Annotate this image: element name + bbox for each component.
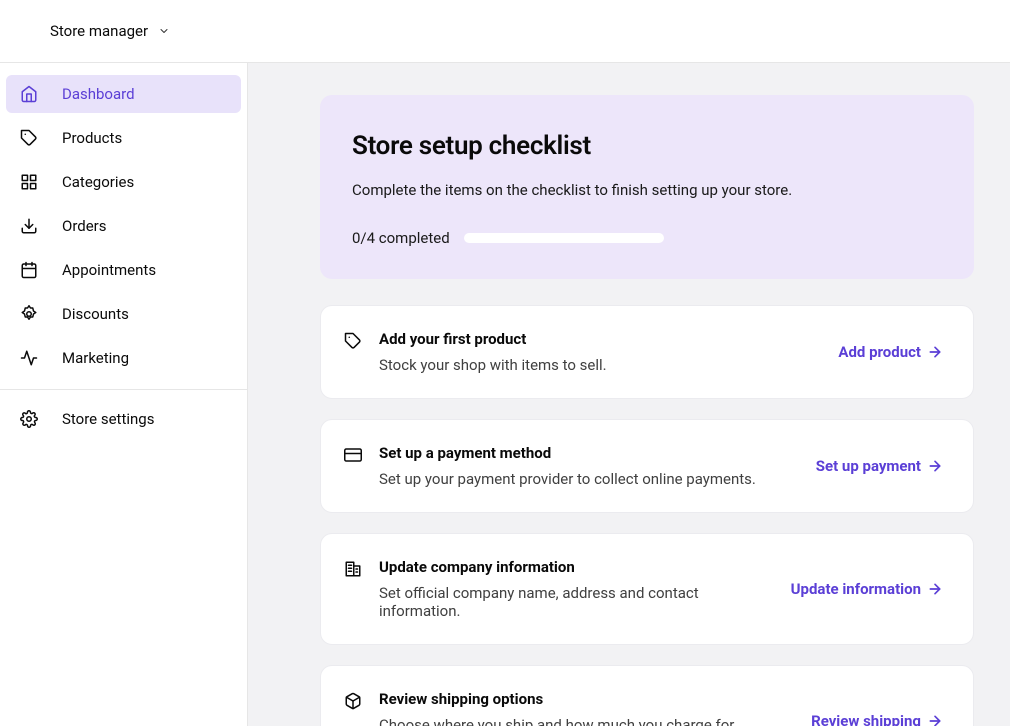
checklist-card-payment: Set up a payment method Set up your paym… <box>320 419 974 513</box>
badge-icon <box>20 305 38 323</box>
calendar-icon <box>20 261 38 279</box>
arrow-right-icon <box>927 458 943 474</box>
card-desc: Set official company name, address and c… <box>379 584 775 620</box>
progress-row: 0/4 completed <box>352 229 942 247</box>
header-title: Store manager <box>50 22 148 40</box>
setup-payment-link[interactable]: Set up payment <box>816 457 943 475</box>
card-action-label: Set up payment <box>816 457 921 475</box>
checklist-card-product: Add your first product Stock your shop w… <box>320 305 974 399</box>
home-icon <box>20 85 38 103</box>
setup-hero: Store setup checklist Complete the items… <box>320 95 974 279</box>
sidebar-item-marketing[interactable]: Marketing <box>6 339 241 377</box>
package-icon <box>343 691 363 711</box>
progress-bar <box>464 233 664 243</box>
card-title: Update company information <box>379 558 775 576</box>
card-title: Add your first product <box>379 330 822 348</box>
sidebar-item-store-settings[interactable]: Store settings <box>6 400 241 438</box>
update-information-link[interactable]: Update information <box>791 580 943 598</box>
arrow-right-icon <box>927 713 943 726</box>
store-manager-dropdown[interactable]: Store manager <box>50 22 170 40</box>
sidebar-item-label: Orders <box>62 217 107 235</box>
sidebar-item-label: Products <box>62 129 122 147</box>
sidebar-item-products[interactable]: Products <box>6 119 241 157</box>
sidebar-item-label: Discounts <box>62 305 129 323</box>
card-title: Set up a payment method <box>379 444 800 462</box>
sidebar: Dashboard Products Categories Orders <box>0 62 248 726</box>
arrow-right-icon <box>927 344 943 360</box>
card-desc: Choose where you ship and how much you c… <box>379 716 795 726</box>
add-product-link[interactable]: Add product <box>838 343 943 361</box>
arrow-right-icon <box>927 581 943 597</box>
chevron-down-icon <box>158 25 170 37</box>
download-icon <box>20 217 38 235</box>
credit-card-icon <box>343 445 363 465</box>
tag-icon <box>20 129 38 147</box>
card-action-label: Review shipping <box>811 712 921 726</box>
hero-title: Store setup checklist <box>352 131 942 161</box>
card-desc: Set up your payment provider to collect … <box>379 470 800 488</box>
checklist-card-shipping: Review shipping options Choose where you… <box>320 665 974 726</box>
sidebar-item-discounts[interactable]: Discounts <box>6 295 241 333</box>
checklist-card-company: Update company information Set official … <box>320 533 974 645</box>
card-desc: Stock your shop with items to sell. <box>379 356 822 374</box>
activity-icon <box>20 349 38 367</box>
sidebar-item-dashboard[interactable]: Dashboard <box>6 75 241 113</box>
grid-icon <box>20 173 38 191</box>
sidebar-item-orders[interactable]: Orders <box>6 207 241 245</box>
card-action-label: Add product <box>838 343 921 361</box>
sidebar-item-label: Categories <box>62 173 134 191</box>
sidebar-item-label: Marketing <box>62 349 129 367</box>
sidebar-item-label: Store settings <box>62 410 154 428</box>
sidebar-divider <box>0 389 247 390</box>
sidebar-item-categories[interactable]: Categories <box>6 163 241 201</box>
sidebar-item-label: Appointments <box>62 261 156 279</box>
hero-subtitle: Complete the items on the checklist to f… <box>352 181 942 199</box>
sidebar-item-appointments[interactable]: Appointments <box>6 251 241 289</box>
app-header: Store manager <box>0 0 1010 62</box>
progress-label: 0/4 completed <box>352 229 450 247</box>
gear-icon <box>20 410 38 428</box>
tag-icon <box>343 331 363 351</box>
company-icon <box>343 559 363 579</box>
card-title: Review shipping options <box>379 690 795 708</box>
review-shipping-link[interactable]: Review shipping <box>811 712 943 726</box>
card-action-label: Update information <box>791 580 921 598</box>
main-content: Store setup checklist Complete the items… <box>248 62 1010 726</box>
sidebar-item-label: Dashboard <box>62 85 135 103</box>
